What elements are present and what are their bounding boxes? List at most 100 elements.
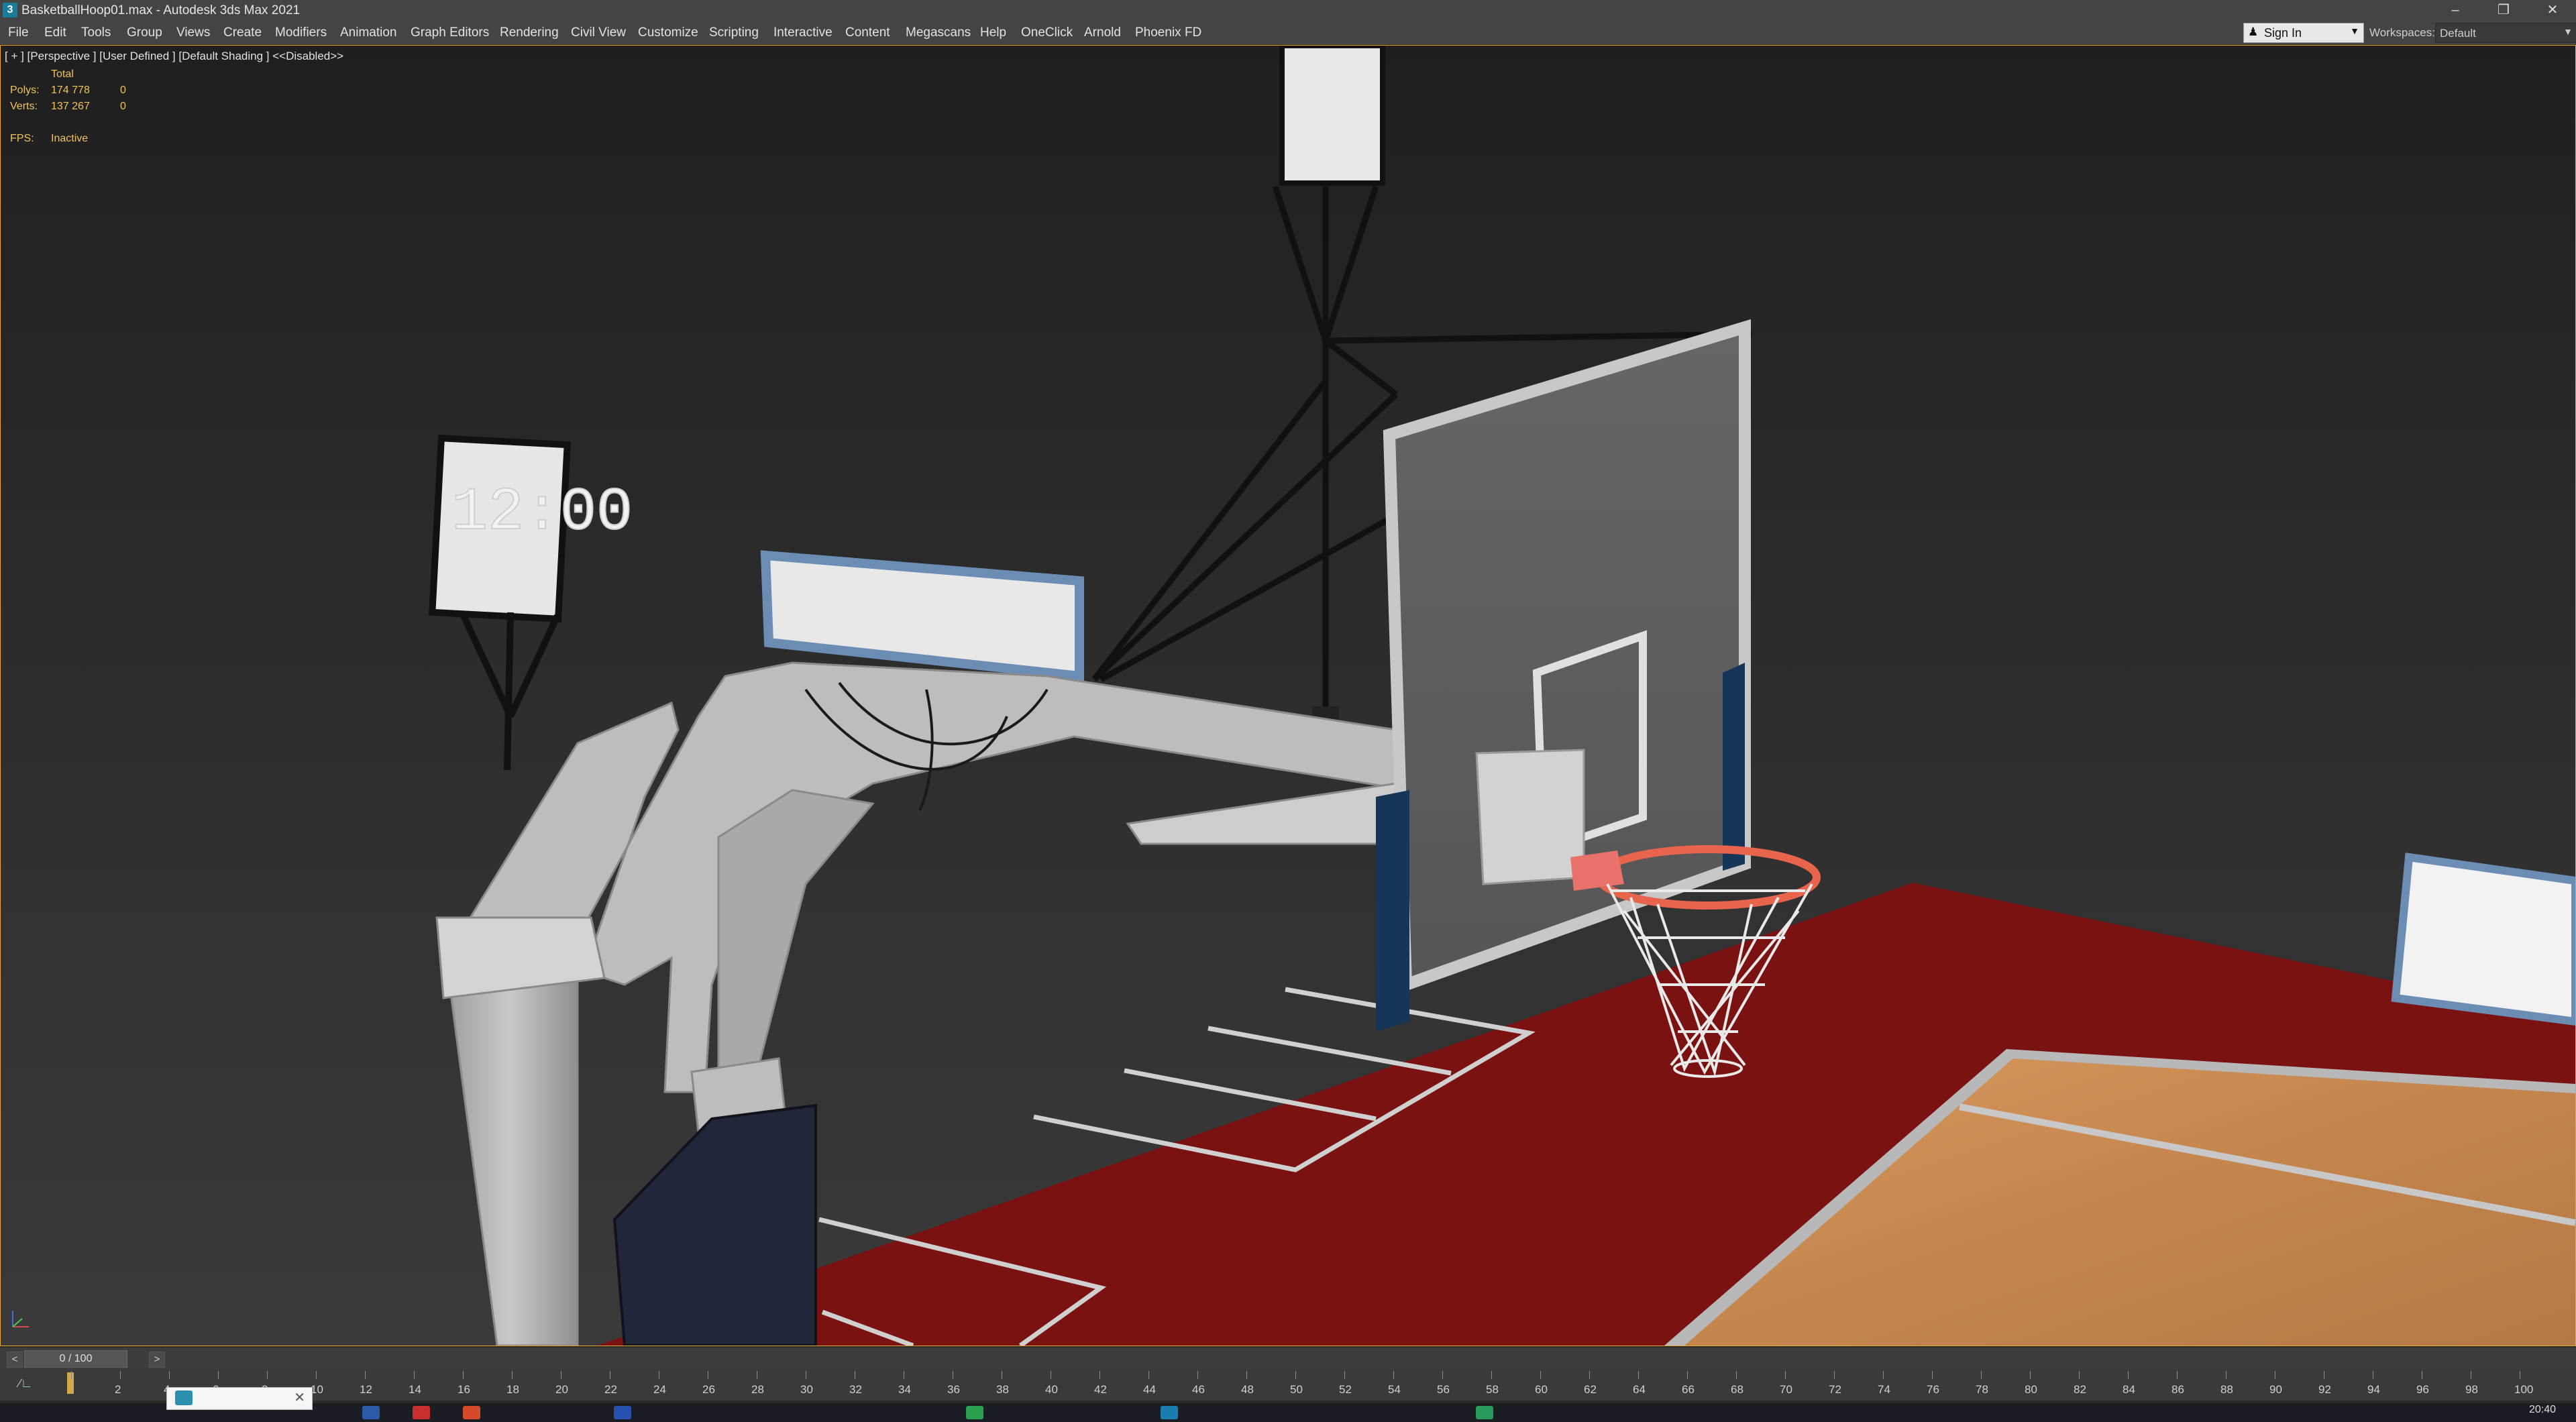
app-icon[interactable] [362,1406,380,1419]
trackbar-tick [120,1371,121,1379]
trackbar-tick [1638,1371,1639,1379]
stats-verts-label: Verts: [10,101,38,112]
trackbar-tick-label: 84 [2123,1383,2135,1396]
taskbar-clock: 20:40 [2528,1404,2556,1415]
minimize-button[interactable]: – [2432,0,2479,21]
trackbar-tick-label: 56 [1437,1383,1450,1396]
menu-oneclick[interactable]: OneClick [1021,25,1073,40]
trackbar-tick-label: 92 [2318,1383,2331,1396]
trackbar-tick-label: 96 [2416,1383,2429,1396]
3dsmax-app-icon[interactable]: 3 [3,3,17,17]
trackbar-tick-label: 74 [1878,1383,1890,1396]
trackbar-tick-label: 70 [1780,1383,1792,1396]
shot-clock-text: 12:00 [451,479,633,547]
chevron-down-icon: ▼ [2350,25,2359,36]
close-icon[interactable]: ✕ [294,1389,305,1406]
trackbar-tick-label: 58 [1486,1383,1499,1396]
trackbar-tick [2128,1371,2129,1379]
trackbar-tick [2079,1371,2080,1379]
trackbar-tick [1687,1371,1688,1379]
app-icon[interactable] [1161,1406,1178,1419]
stats-verts-selected: 0 [120,101,126,112]
app-icon[interactable] [614,1406,631,1419]
trackbar-tick [267,1371,268,1379]
menu-civil-view[interactable]: Civil View [571,25,626,40]
app-icon[interactable] [966,1406,983,1419]
slider-prev-button[interactable]: < [7,1352,23,1368]
menu-edit[interactable]: Edit [44,25,66,40]
menu-create[interactable]: Create [223,25,262,40]
trackbar-tick [218,1371,219,1379]
menu-interactive[interactable]: Interactive [773,25,833,40]
trackbar-tick [1246,1371,1247,1379]
trackbar-tick-label: 78 [1976,1383,1988,1396]
menu-megascans[interactable]: Megascans [906,25,971,40]
perspective-viewport[interactable]: 12:00 [+] [Perspective] [User Defined… [0,45,2576,1346]
windows-taskbar: ✕ 20:40 [0,1387,2576,1422]
app-icon[interactable] [463,1406,480,1419]
trackbar-tick [1589,1371,1590,1379]
viewport-scene: 12:00 [429,46,2575,1346]
trackbar-tick-label: 98 [2465,1383,2478,1396]
trackbar-tick-label: 52 [1339,1383,1352,1396]
sign-in-dropdown[interactable]: ♟ Sign In ▼ [2243,23,2364,43]
menu-bar: File Edit Tools Group Views Create Modif… [0,21,2576,45]
trackbar-tick [1785,1371,1786,1379]
arm-display-panel [760,550,1084,681]
menu-views[interactable]: Views [176,25,210,40]
menu-help[interactable]: Help [980,25,1006,40]
trackbar-tick-label: 60 [1535,1383,1548,1396]
viewport-label[interactable]: [ + ] [Perspective ] [User Defined ] [De… [5,50,343,63]
trackbar-tick [463,1371,464,1379]
workspaces-select[interactable]: Default ▼ [2435,23,2576,43]
workspaces-label: Workspaces: [2369,26,2435,39]
menu-tools[interactable]: Tools [81,25,111,40]
trackbar-tick-label: 88 [2220,1383,2233,1396]
menu-animation[interactable]: Animation [340,25,397,40]
trackbar-tick-label: 34 [898,1383,911,1396]
menu-graph-editors[interactable]: Graph Editors [411,25,489,40]
slider-next-button[interactable]: > [149,1352,165,1368]
time-slider[interactable]: < 0 / 100 > [0,1347,2576,1370]
trackbar-tick-label: 38 [996,1383,1009,1396]
trackbar-tick-label: 50 [1290,1383,1303,1396]
trackbar-tick-label: 30 [800,1383,813,1396]
menu-phoenix-fd[interactable]: Phoenix FD [1135,25,1201,40]
trackbar-tick-label: 2 [115,1383,121,1396]
menu-arnold[interactable]: Arnold [1084,25,1121,40]
user-icon: ♟ [2248,25,2259,38]
menu-file[interactable]: File [8,25,29,40]
trackbar-tick [1834,1371,1835,1379]
trackbar-tick-label: 100 [2514,1383,2534,1396]
stats-verts-total: 137 267 [51,101,90,112]
trackbar-tick-label: 14 [409,1383,421,1396]
trackbar-tick [2030,1371,2031,1379]
restore-button[interactable]: ❐ [2480,0,2527,21]
trackbar-tick [1344,1371,1345,1379]
title-bar: 3 BasketballHoop01.max - Autodesk 3ds Ma… [0,0,2576,22]
trackbar-tick [1393,1371,1394,1379]
stats-fps-value: Inactive [51,133,89,144]
menu-modifiers[interactable]: Modifiers [275,25,327,40]
trackbar-tick [1981,1371,1982,1379]
trackbar-tick [169,1371,170,1379]
trackbar-tick-label: 40 [1045,1383,1058,1396]
taskbar-preview-3dsmax[interactable]: ✕ [166,1387,313,1410]
trackbar-tick-label: 26 [702,1383,715,1396]
menu-customize[interactable]: Customize [638,25,698,40]
trackbar[interactable]: ∕∟ 2468101214161820222426283032343638404… [0,1370,2576,1401]
trackbar-tick [1099,1371,1100,1379]
stats-fps-label: FPS: [10,133,34,144]
time-slider-thumb[interactable]: 0 / 100 [24,1350,127,1368]
menu-content[interactable]: Content [845,25,890,40]
3dsmax-icon [175,1390,193,1405]
curve-editor-icon[interactable]: ∕∟ [19,1376,33,1390]
menu-rendering[interactable]: Rendering [500,25,559,40]
app-icon[interactable] [413,1406,430,1419]
menu-scripting[interactable]: Scripting [709,25,759,40]
trackbar-tick [316,1371,317,1379]
trackbar-tick-label: 24 [653,1383,666,1396]
menu-group[interactable]: Group [127,25,162,40]
app-icon[interactable] [1476,1406,1493,1419]
close-button[interactable]: ✕ [2529,0,2576,21]
